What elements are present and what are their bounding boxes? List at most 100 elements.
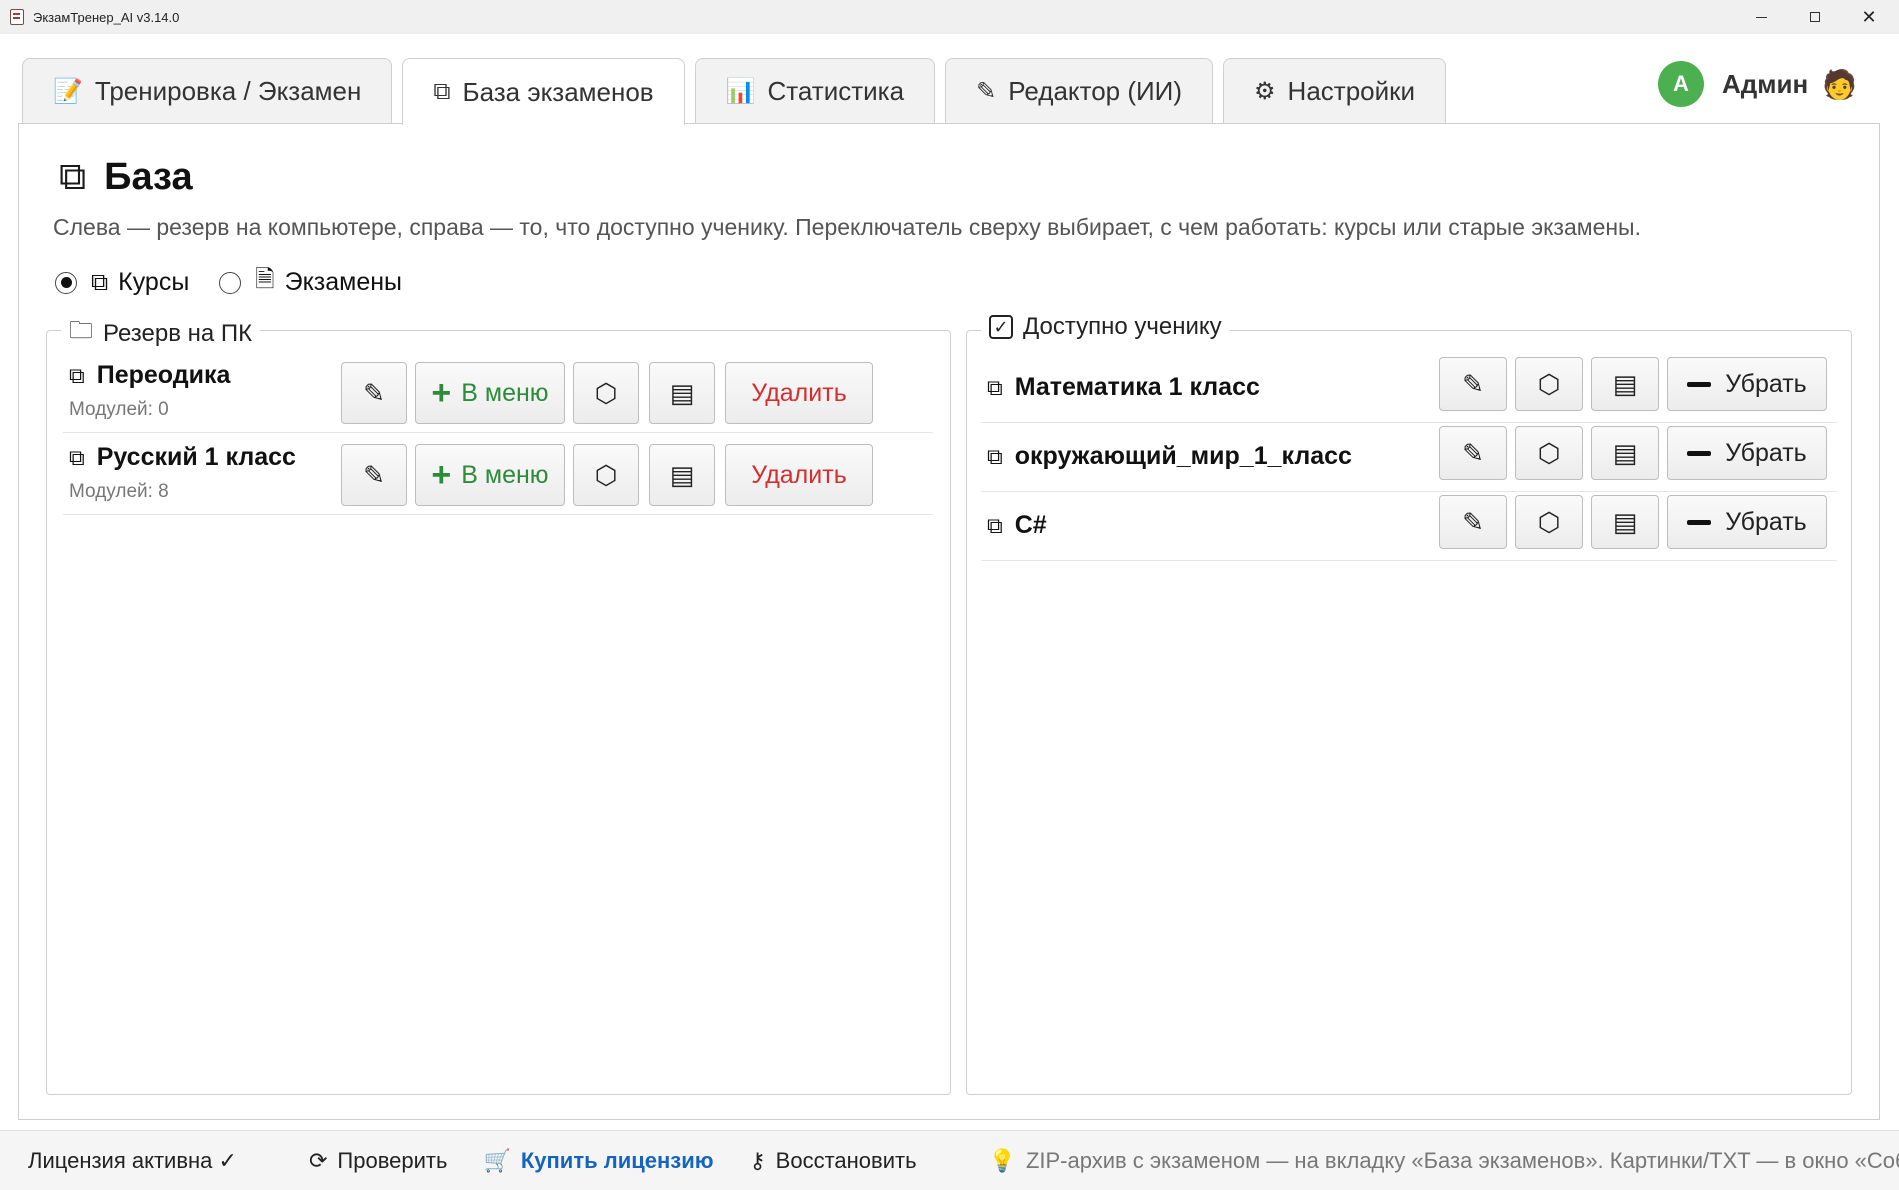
package-icon: ⬡ [594,377,618,408]
course-name-label: Русский 1 класс [96,443,296,471]
radio-label: Экзамены [284,268,403,296]
archive-button[interactable]: ▤ [1591,426,1659,480]
edit-button[interactable]: ✎ [341,444,407,506]
pencil-icon: ✎ [1462,368,1484,399]
remove-button[interactable]: Убрать [1667,357,1827,411]
archive-button[interactable]: ▤ [1591,495,1659,549]
add-to-menu-button[interactable]: + В меню [415,444,565,506]
mode-switch: ⧉ Курсы 🗎 Экзамены [55,262,432,303]
reserve-group-title: 🗀 Резерв на ПК [61,313,261,354]
tab-exam-database[interactable]: ⧉ База экзаменов [402,58,685,125]
course-name-label: окружающий_мир_1_класс [1014,442,1352,470]
edit-button[interactable]: ✎ [341,362,407,424]
delete-button[interactable]: Удалить [725,362,873,424]
course-icon: ⧉ [987,443,1003,469]
radio-exams[interactable]: 🗎 Экзамены [219,262,402,303]
archive-button[interactable]: ▤ [649,444,715,506]
course-icon: ⧉ [987,374,1003,400]
buy-label: Купить лицензию [520,1147,714,1173]
add-to-menu-label: В меню [461,378,549,407]
check-license-button[interactable]: ⟳ Проверить [309,1148,447,1174]
course-name-label: Математика 1 класс [1014,373,1260,401]
available-row: ⧉ C# ✎ ⬡ ▤ Убрать [981,493,1837,561]
page-description: Слева — резерв на компьютере, справа — т… [53,214,1641,240]
avatar: A [1658,61,1704,107]
tab-statistics[interactable]: 📊 Статистика [694,58,936,124]
document-icon: 🗎 [255,266,275,293]
tab-label: Статистика [767,76,905,106]
tab-editor-ai[interactable]: ✎ Редактор (ИИ) [945,58,1214,124]
chart-icon: 📊 [725,78,756,105]
course-name-label: Переодика [96,361,231,389]
buy-license-link[interactable]: 🛒 Купить лицензию [483,1148,713,1174]
remove-label: Убрать [1725,369,1807,398]
window-title: ЭкзамТренер_AI v3.14.0 [33,9,180,25]
reserve-group: 🗀 Резерв на ПК ⧉ Переодика Модулей: 0 ✎ … [46,313,951,1095]
page-heading: База [104,156,193,198]
delete-button[interactable]: Удалить [725,444,873,506]
available-row: ⧉ Математика 1 класс ✎ ⬡ ▤ Убрать [981,355,1837,423]
package-button[interactable]: ⬡ [573,444,639,506]
folder-icon: 🗀 [69,317,93,344]
tab-label: Редактор (ИИ) [1008,76,1183,106]
package-button[interactable]: ⬡ [1515,357,1583,411]
user-profile[interactable]: A Админ 🧑 [1658,60,1857,108]
pencil-icon: ✎ [1462,506,1484,537]
pencil-icon: ✎ [363,459,385,490]
page-title: ⧉ База [59,156,193,199]
course-icon: ⧉ [69,444,85,470]
maximize-button[interactable] [1792,0,1838,34]
main-tabs: 📝 Тренировка / Экзамен ⧉ База экзаменов … [22,58,1456,125]
archive-button[interactable]: ▤ [1591,357,1659,411]
status-bar: Лицензия активна ✓ ⟳ Проверить 🛒 Купить … [0,1130,1899,1190]
remove-label: Убрать [1725,438,1807,467]
radio-indicator [219,271,242,294]
tab-label: База экзаменов [462,76,654,107]
plus-icon: + [431,455,452,494]
remove-button[interactable]: Убрать [1667,495,1827,549]
database-icon: ⧉ [433,78,451,105]
minus-icon [1687,381,1712,387]
archive-button[interactable]: ▤ [649,362,715,424]
add-to-menu-button[interactable]: + В меню [415,362,565,424]
edit-button[interactable]: ✎ [1439,426,1507,480]
archive-icon: ▤ [669,459,695,490]
pencil-icon: ✎ [1462,437,1484,468]
minus-icon [1687,519,1712,525]
tab-label: Настройки [1287,76,1416,106]
close-button[interactable]: ✕ [1846,0,1892,34]
reserve-row: ⧉ Переодика Модулей: 0 ✎ + В меню ⬡ ▤ Уда… [63,355,933,433]
check-label: Проверить [337,1147,448,1173]
archive-icon: ▤ [669,377,695,408]
pencil-icon: ✎ [976,78,997,105]
minus-icon [1687,450,1712,456]
courses-icon: ⧉ [91,268,109,296]
remove-button[interactable]: Убрать [1667,426,1827,480]
tab-training-exam[interactable]: 📝 Тренировка / Экзамен [22,58,393,124]
reserve-row: ⧉ Русский 1 класс Модулей: 8 ✎ + В меню ⬡… [63,437,933,515]
package-icon: ⬡ [594,459,618,490]
restore-label: Восстановить [775,1147,917,1173]
available-group: ✓ Доступно ученику ⧉ Математика 1 класс … [966,313,1852,1095]
edit-button[interactable]: ✎ [1439,495,1507,549]
refresh-icon: ⟳ [308,1147,328,1173]
tab-settings[interactable]: ⚙ Настройки [1223,58,1447,124]
archive-icon: ▤ [1612,368,1638,399]
course-icon: ⧉ [69,362,85,388]
user-emoji-icon: 🧑 [1822,68,1858,100]
package-button[interactable]: ⬡ [573,362,639,424]
minimize-button[interactable] [1738,0,1784,34]
title-bar: ЭкзамТренер_AI v3.14.0 ✕ [0,0,1899,34]
restore-button[interactable]: ⚷ Восстановить [750,1148,917,1174]
course-name: ⧉ Русский 1 класс [69,443,296,472]
add-to-menu-label: В меню [461,460,549,489]
package-icon: ⬡ [1537,368,1561,399]
database-icon: ⧉ [59,156,87,198]
radio-courses[interactable]: ⧉ Курсы [55,268,189,297]
module-count: Модулей: 8 [69,481,169,502]
package-button[interactable]: ⬡ [1515,426,1583,480]
reserve-title-label: Резерв на ПК [103,319,253,347]
course-name-label: C# [1014,511,1047,539]
edit-button[interactable]: ✎ [1439,357,1507,411]
package-button[interactable]: ⬡ [1515,495,1583,549]
